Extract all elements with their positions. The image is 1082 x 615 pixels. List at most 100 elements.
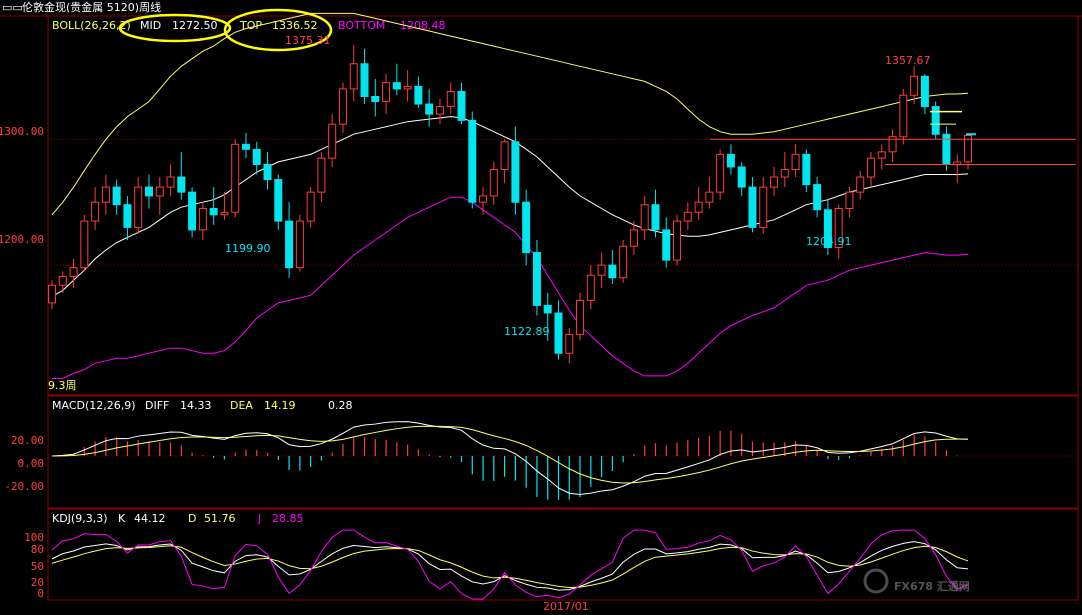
candle-body (673, 220, 682, 261)
macd-axis: 20.00 0.00 -20.00 (4, 434, 44, 493)
candle-body (629, 229, 638, 247)
kdj-name: KDJ(9,3,3) (52, 512, 108, 525)
candle-28 (349, 44, 358, 102)
candle-body (285, 220, 294, 269)
candle-20 (263, 151, 272, 190)
kdj-d-label: D (188, 512, 196, 525)
candle-82 (931, 101, 940, 140)
candle-58 (673, 214, 682, 266)
candle-body (360, 63, 369, 97)
candle-body (877, 151, 886, 159)
candle-31 (382, 73, 391, 115)
candle-67 (770, 166, 779, 196)
boll-bottom-label: BOTTOM (338, 19, 385, 32)
candle-body (382, 82, 391, 103)
kdj-k-label: K (118, 512, 126, 525)
candle-19 (252, 141, 261, 175)
macd-name: MACD(12,26,9) (52, 399, 136, 412)
candle-81 (920, 73, 929, 115)
candle-22 (285, 202, 294, 278)
candle-53 (619, 239, 628, 283)
candle-68 (780, 151, 789, 188)
candle-body (910, 75, 919, 96)
candle-body (295, 220, 304, 269)
candle-34 (414, 76, 423, 108)
candle-body (468, 119, 477, 203)
candle-body (899, 94, 908, 138)
candle-41 (489, 161, 498, 205)
candle-56 (651, 189, 660, 238)
candle-body (586, 274, 595, 301)
candle-body (489, 168, 498, 197)
candle-7 (123, 195, 132, 240)
candle-5 (101, 174, 110, 215)
candle-body (942, 133, 951, 165)
candle-body (48, 284, 56, 304)
candle-75 (856, 170, 865, 200)
candle-body (134, 186, 143, 228)
candle-11 (166, 164, 175, 196)
candle-13 (188, 187, 197, 238)
candle-body (241, 143, 250, 150)
kdj-j-line (51, 529, 969, 600)
candle-body (144, 186, 153, 197)
candle-30 (371, 78, 380, 117)
annotation-high-2: 1357.67 (885, 54, 931, 67)
candle-48 (565, 328, 574, 364)
candle-body (662, 229, 671, 261)
candle-1 (58, 271, 67, 293)
candle-17 (231, 139, 240, 218)
candle-body (479, 195, 488, 203)
candle-body (101, 186, 110, 203)
chart-title: 伦敦金现(贵金属 5120)周线 (22, 0, 161, 14)
kdj-d-value: 51.76 (204, 512, 236, 525)
candle-body (414, 85, 423, 105)
candle-body (511, 141, 520, 203)
kdj-panel (51, 529, 969, 600)
candle-body (856, 176, 865, 193)
kdj-tick-50: 50 (31, 560, 44, 573)
macd-diff-line (51, 421, 969, 495)
candle-21 (274, 174, 283, 230)
candle-body (608, 264, 617, 279)
candle-body (91, 201, 100, 222)
candle-body (770, 176, 779, 188)
candle-37 (446, 82, 455, 115)
candle-44 (522, 189, 531, 266)
candle-body (845, 191, 854, 209)
menu-icon[interactable]: ▭▭ (2, 1, 23, 14)
candle-body (69, 267, 78, 277)
candle-body (716, 153, 725, 193)
candle-24 (306, 187, 315, 228)
candlesticks (48, 44, 972, 364)
boll-mid-label: MID (140, 19, 161, 32)
candle-body (392, 82, 401, 90)
candle-60 (694, 187, 703, 220)
candle-57 (662, 217, 671, 268)
boll-name: BOLL(26,26,2) (52, 19, 131, 32)
kdj-tick-0: 0 (37, 587, 44, 600)
candle-32 (392, 63, 401, 96)
candle-body (651, 204, 660, 231)
price-axis: 1300.00 1200.00 (0, 125, 44, 246)
price-tick-1200: 1200.00 (0, 233, 44, 246)
candle-body (166, 176, 175, 188)
candle-body (220, 211, 229, 216)
candle-body (802, 153, 811, 186)
macd-tick-neg20: -20.00 (4, 480, 44, 493)
candle-body (920, 75, 929, 108)
candle-body (231, 143, 240, 213)
candle-71 (813, 177, 822, 218)
candle-38 (457, 82, 466, 125)
candle-79 (899, 88, 908, 145)
annotation-high-1: 1375.31 (285, 34, 331, 47)
candle-84 (953, 154, 962, 184)
candle-50 (586, 265, 595, 310)
candle-35 (425, 88, 434, 127)
candle-body (198, 208, 207, 231)
candle-40 (479, 187, 488, 215)
candle-body (338, 88, 347, 125)
kdj-tick-80: 80 (31, 543, 44, 556)
candle-27 (338, 82, 347, 133)
candle-65 (748, 177, 757, 233)
